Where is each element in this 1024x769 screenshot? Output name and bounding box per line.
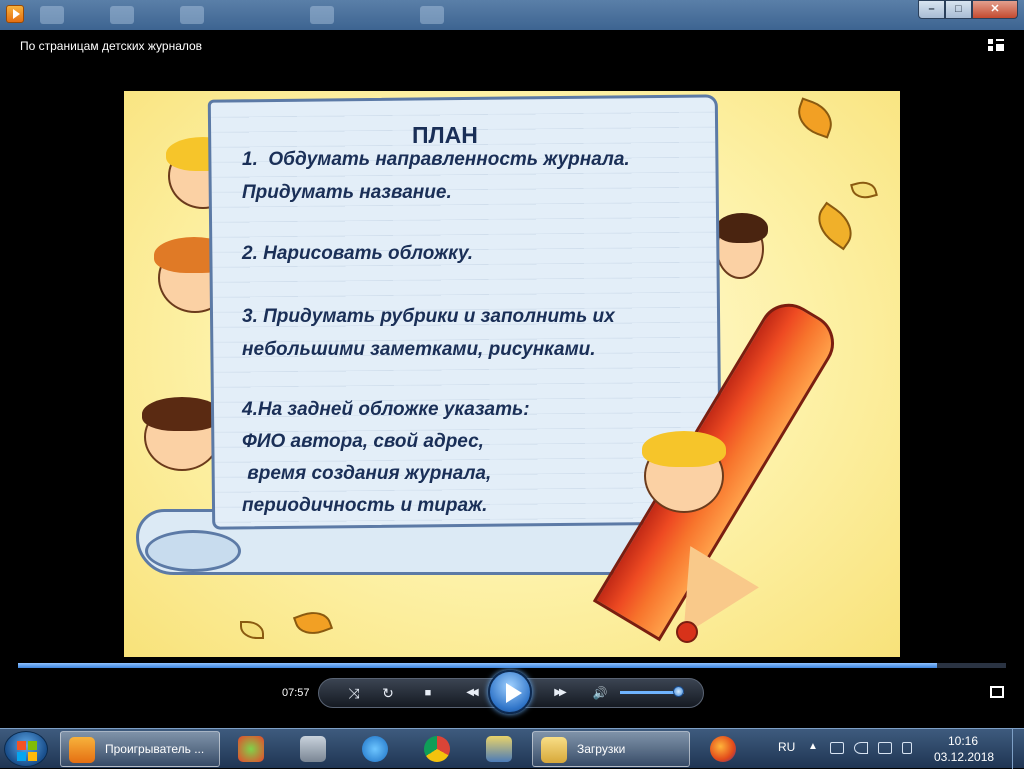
play-button[interactable] bbox=[488, 670, 532, 714]
network-status-icon[interactable] bbox=[878, 742, 892, 754]
background-ghost-icon bbox=[180, 6, 204, 24]
media-player-app-icon[interactable] bbox=[6, 5, 24, 23]
plan-line: Придумать название. bbox=[242, 182, 452, 203]
start-button[interactable] bbox=[4, 731, 48, 767]
elapsed-time: 07:57 bbox=[282, 687, 310, 699]
background-ghost-icon bbox=[40, 6, 64, 24]
fullscreen-icon[interactable] bbox=[990, 686, 1004, 698]
taskbar-chrome[interactable] bbox=[410, 731, 464, 767]
volume-slider-handle[interactable] bbox=[672, 686, 684, 697]
child-illustration bbox=[142, 397, 222, 471]
speaker-icon[interactable] bbox=[854, 742, 868, 754]
video-frame[interactable]: ПЛАН 1. Обдумать направленность журнала.… bbox=[124, 91, 900, 657]
slide-title: ПЛАН bbox=[412, 122, 478, 148]
taskbar-internet-explorer[interactable] bbox=[348, 731, 402, 767]
repeat-icon[interactable]: ↻ bbox=[377, 679, 399, 707]
close-button[interactable]: ✕ bbox=[972, 0, 1018, 19]
taskbar: Проигрыватель ... Загрузки RU ▲ 10:16 03… bbox=[0, 728, 1024, 769]
background-ghost-icon bbox=[310, 6, 334, 24]
phone-icon bbox=[300, 736, 326, 762]
plan-line: время создания журнала, bbox=[242, 463, 492, 484]
switch-to-library-icon[interactable] bbox=[988, 39, 1004, 52]
plan-line: 1. Обдумать направленность журнала. bbox=[242, 149, 630, 170]
child-illustration bbox=[642, 431, 726, 513]
next-icon[interactable]: ▶▶ bbox=[541, 679, 577, 707]
taskbar-item-label: Проигрыватель ... bbox=[105, 742, 205, 756]
plan-line: небольшими заметками, рисунками. bbox=[242, 339, 596, 360]
plan-line: периодичность и тираж. bbox=[242, 495, 488, 516]
window-title-bar[interactable]: – □ ✕ bbox=[0, 0, 1024, 30]
taskbar-device-app[interactable] bbox=[286, 731, 340, 767]
firefox-icon bbox=[710, 736, 736, 762]
taskbar-media-player[interactable]: Проигрыватель ... bbox=[60, 731, 220, 767]
window-controls: – □ ✕ bbox=[918, 0, 1018, 19]
language-indicator[interactable]: RU bbox=[778, 740, 795, 754]
plan-line: 4.На задней обложке указать: bbox=[242, 399, 530, 420]
power-plug-icon[interactable] bbox=[902, 742, 912, 754]
maximize-button[interactable]: □ bbox=[945, 0, 972, 19]
plan-line: 2. Нарисовать обложку. bbox=[242, 243, 474, 264]
plan-line: 3. Придумать рубрики и заполнить их bbox=[242, 306, 615, 327]
show-hidden-icons-icon[interactable]: ▲ bbox=[808, 741, 818, 752]
background-ghost-icon bbox=[110, 6, 134, 24]
chrome-icon bbox=[424, 736, 450, 762]
volume-level bbox=[620, 691, 678, 694]
shuffle-icon[interactable]: ⤨ bbox=[343, 679, 365, 707]
previous-icon[interactable]: ◀◀ bbox=[453, 679, 489, 707]
show-desktop-button[interactable] bbox=[1012, 729, 1024, 769]
plan-line: ФИО автора, свой адрес, bbox=[242, 431, 484, 452]
internet-explorer-icon bbox=[362, 736, 388, 762]
pencil-lead bbox=[676, 621, 698, 643]
clock-date[interactable]: 03.12.2018 bbox=[934, 750, 994, 764]
minimize-button[interactable]: – bbox=[918, 0, 945, 19]
taskbar-item-label: Загрузки bbox=[577, 742, 626, 756]
taskbar-firefox[interactable] bbox=[696, 731, 750, 767]
notification-flag-icon[interactable] bbox=[830, 742, 844, 754]
media-player-icon bbox=[69, 737, 95, 763]
volume-icon[interactable]: 🔊 bbox=[589, 679, 611, 707]
folder-icon bbox=[541, 737, 567, 763]
seek-bar[interactable] bbox=[18, 663, 1006, 668]
stop-icon[interactable]: ■ bbox=[417, 679, 439, 707]
network-icon bbox=[486, 736, 512, 762]
taskbar-paint-app[interactable] bbox=[224, 731, 278, 767]
taskbar-downloads-folder[interactable]: Загрузки bbox=[532, 731, 690, 767]
seek-bar-progress bbox=[18, 663, 937, 668]
child-illustration bbox=[716, 213, 768, 279]
taskbar-network-app[interactable] bbox=[472, 731, 526, 767]
video-title: По страницам детских журналов bbox=[20, 39, 203, 53]
paint-icon bbox=[238, 736, 264, 762]
media-player: По страницам детских журналов ПЛАН 1. Об… bbox=[8, 30, 1016, 723]
background-ghost-icon bbox=[420, 6, 444, 24]
clock-time[interactable]: 10:16 bbox=[948, 734, 978, 748]
